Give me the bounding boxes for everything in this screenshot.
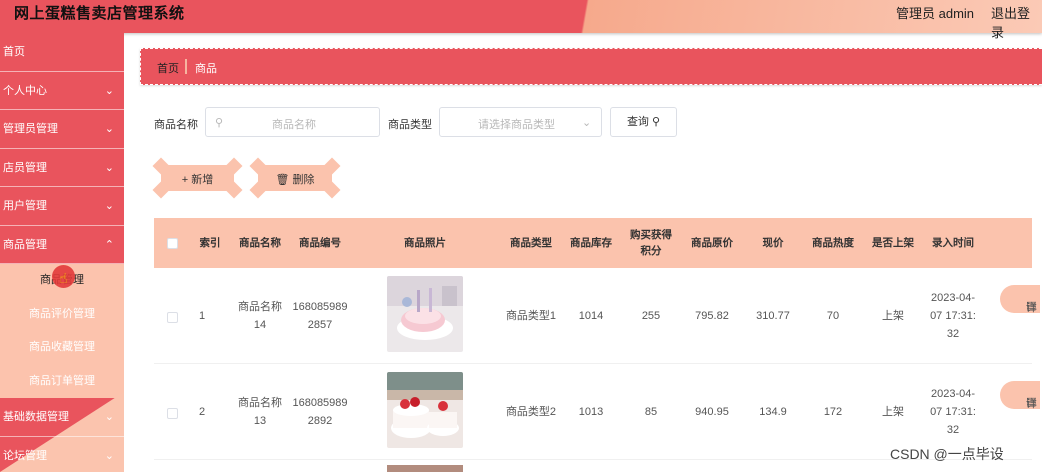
sidebar-item-label: 用户管理 bbox=[3, 200, 47, 212]
cell-name: 商品名称14 bbox=[238, 301, 282, 331]
type-placeholder: 请选择商品类型 bbox=[478, 119, 555, 131]
th-listed: 是否上架 bbox=[872, 237, 914, 249]
name-label: 商品名称 bbox=[154, 119, 198, 131]
cell-index: 1 bbox=[198, 310, 206, 322]
cell-time: 2023-04-07 17:31:32 bbox=[930, 292, 976, 340]
chevron-down-icon: ⌄ bbox=[104, 449, 114, 462]
delete-button-text: 🗑 删除 bbox=[250, 171, 340, 187]
trash-icon: 🗑 bbox=[275, 174, 290, 186]
row-checkbox[interactable] bbox=[167, 408, 178, 419]
breadcrumb-home[interactable]: 首页 bbox=[157, 60, 179, 76]
breadcrumb-separator bbox=[185, 59, 187, 74]
chevron-down-icon: ⌄ bbox=[104, 411, 114, 423]
cell-listed: 上架 bbox=[882, 310, 904, 322]
sidebar-item-label: 管理员管理 bbox=[3, 123, 58, 135]
search-icon: ⚲ bbox=[652, 116, 661, 128]
cell-name: 商品名称13 bbox=[238, 397, 282, 427]
cell-orig-price: 795.82 bbox=[695, 310, 729, 322]
next-row-photo-partial bbox=[387, 465, 463, 472]
chevron-down-icon: ⌄ bbox=[582, 117, 592, 129]
sidebar-item-home[interactable]: 首页 bbox=[0, 33, 124, 72]
cell-stock: 1014 bbox=[578, 310, 604, 322]
sidebar-item-user-management[interactable]: 用户管理 ⌄ bbox=[0, 187, 124, 226]
breadcrumb-current: 商品 bbox=[195, 63, 217, 75]
select-all-checkbox[interactable] bbox=[167, 238, 178, 249]
sidebar-item-base-data[interactable]: 基础数据管理 ⌄ bbox=[0, 398, 124, 437]
cell-index: 2 bbox=[198, 406, 206, 418]
chevron-up-icon: ⌃ bbox=[104, 238, 114, 251]
query-button[interactable]: 查询 ⚲ bbox=[610, 107, 677, 137]
sidebar-item-label: 商品管理 bbox=[3, 238, 47, 251]
th-stock: 商品库存 bbox=[570, 237, 612, 249]
sidebar-subitem-favorites[interactable]: 商品收藏管理 bbox=[0, 331, 124, 365]
cell-orig-price: 940.95 bbox=[695, 406, 729, 418]
th-index: 索引 bbox=[199, 237, 221, 249]
watermark: CSDN @一点毕设 bbox=[890, 446, 1004, 462]
product-photo[interactable] bbox=[387, 276, 463, 352]
th-price: 现价 bbox=[762, 237, 784, 249]
cell-price: 134.9 bbox=[759, 406, 787, 418]
table-row: 1 商品名称14 1680859892857 商品类型1 1014 255 79… bbox=[154, 268, 1040, 364]
app-title: 网上蛋糕售卖店管理系统 bbox=[14, 5, 185, 22]
detail-button[interactable]: ▤ 详 bbox=[1000, 285, 1040, 314]
sidebar-item-staff-management[interactable]: 店员管理 ⌄ bbox=[0, 149, 124, 187]
sidebar: 首页 个人中心 ⌄ 管理员管理 ⌄ 店员管理 ⌄ 用户管理 ⌄ 商品管理 ⌃ 商品管理 商… bbox=[0, 33, 124, 472]
cell-heat: 70 bbox=[826, 310, 840, 322]
detail-button[interactable]: ▤ 详 bbox=[1000, 381, 1040, 410]
delete-label: 删除 bbox=[292, 174, 315, 186]
cell-points: 85 bbox=[644, 406, 658, 418]
hand-cursor-icon: ☝ bbox=[59, 270, 68, 286]
cell-points: 255 bbox=[641, 310, 661, 322]
cell-price: 310.77 bbox=[756, 310, 790, 322]
name-placeholder: 商品名称 bbox=[272, 119, 316, 131]
sidebar-item-forum[interactable]: 论坛管理 ⌄ bbox=[0, 437, 124, 472]
add-button[interactable]: + 新增 bbox=[152, 157, 243, 199]
row-checkbox[interactable] bbox=[167, 312, 178, 323]
chevron-down-icon: ⌄ bbox=[104, 200, 114, 212]
chevron-down-icon: ⌄ bbox=[104, 123, 114, 135]
th-heat: 商品热度 bbox=[812, 237, 854, 249]
cell-type: 商品类型1 bbox=[505, 310, 557, 322]
sidebar-item-personal-center[interactable]: 个人中心 ⌄ bbox=[0, 72, 124, 110]
name-search-input[interactable]: ⚲ 商品名称 bbox=[205, 107, 380, 137]
type-select[interactable]: 请选择商品类型 ⌄ bbox=[439, 107, 602, 137]
add-button-text: + 新增 bbox=[153, 171, 242, 187]
cell-stock: 1013 bbox=[578, 406, 604, 418]
product-photo[interactable] bbox=[387, 372, 463, 448]
th-photo: 商品照片 bbox=[404, 237, 446, 249]
top-header: 网上蛋糕售卖店管理系统 管理员 admin 退出登录 bbox=[0, 0, 1042, 40]
cell-heat: 172 bbox=[823, 406, 843, 418]
cell-code: 1680859892857 bbox=[292, 301, 348, 331]
search-icon: ⚲ bbox=[215, 117, 224, 129]
type-label: 商品类型 bbox=[388, 119, 432, 131]
th-type: 商品类型 bbox=[510, 237, 552, 249]
detail-text: 详 bbox=[1026, 398, 1037, 410]
th-time: 录入时间 bbox=[932, 237, 974, 249]
th-points: 购买获得积分 bbox=[630, 229, 672, 257]
th-code: 商品编号 bbox=[299, 237, 341, 249]
sidebar-item-label: 店员管理 bbox=[3, 161, 47, 174]
logout-link[interactable]: 退出登录 bbox=[991, 3, 1042, 41]
plus-icon: + bbox=[181, 174, 189, 186]
sidebar-item-label: 基础数据管理 bbox=[3, 411, 69, 423]
table-header: 索引 商品名称 商品编号 商品照片 商品类型 商品库存 购买获得积分 商品原价 … bbox=[154, 218, 1032, 268]
delete-button[interactable]: 🗑 删除 bbox=[249, 157, 341, 199]
detail-text: 详 bbox=[1026, 302, 1037, 314]
add-label: 新增 bbox=[191, 174, 214, 186]
sidebar-item-product-management[interactable]: 商品管理 ⌃ bbox=[0, 226, 124, 264]
cell-code: 1680859892892 bbox=[292, 397, 348, 427]
chevron-down-icon: ⌄ bbox=[104, 84, 114, 97]
chevron-down-icon: ⌄ bbox=[104, 161, 114, 174]
sidebar-item-admin-management[interactable]: 管理员管理 ⌄ bbox=[0, 110, 124, 149]
sidebar-item-label: 首页 bbox=[3, 46, 25, 58]
cell-type: 商品类型2 bbox=[505, 406, 557, 418]
sidebar-item-label: 论坛管理 bbox=[3, 449, 47, 462]
sidebar-item-label: 个人中心 bbox=[3, 84, 47, 97]
admin-user[interactable]: 管理员 admin bbox=[896, 3, 974, 22]
th-orig-price: 商品原价 bbox=[691, 237, 733, 249]
th-name: 商品名称 bbox=[239, 237, 281, 249]
query-label: 查询 bbox=[626, 116, 649, 128]
sidebar-subitem-reviews[interactable]: 商品评价管理 bbox=[0, 298, 124, 332]
breadcrumb: 首页 商品 bbox=[140, 48, 1042, 85]
